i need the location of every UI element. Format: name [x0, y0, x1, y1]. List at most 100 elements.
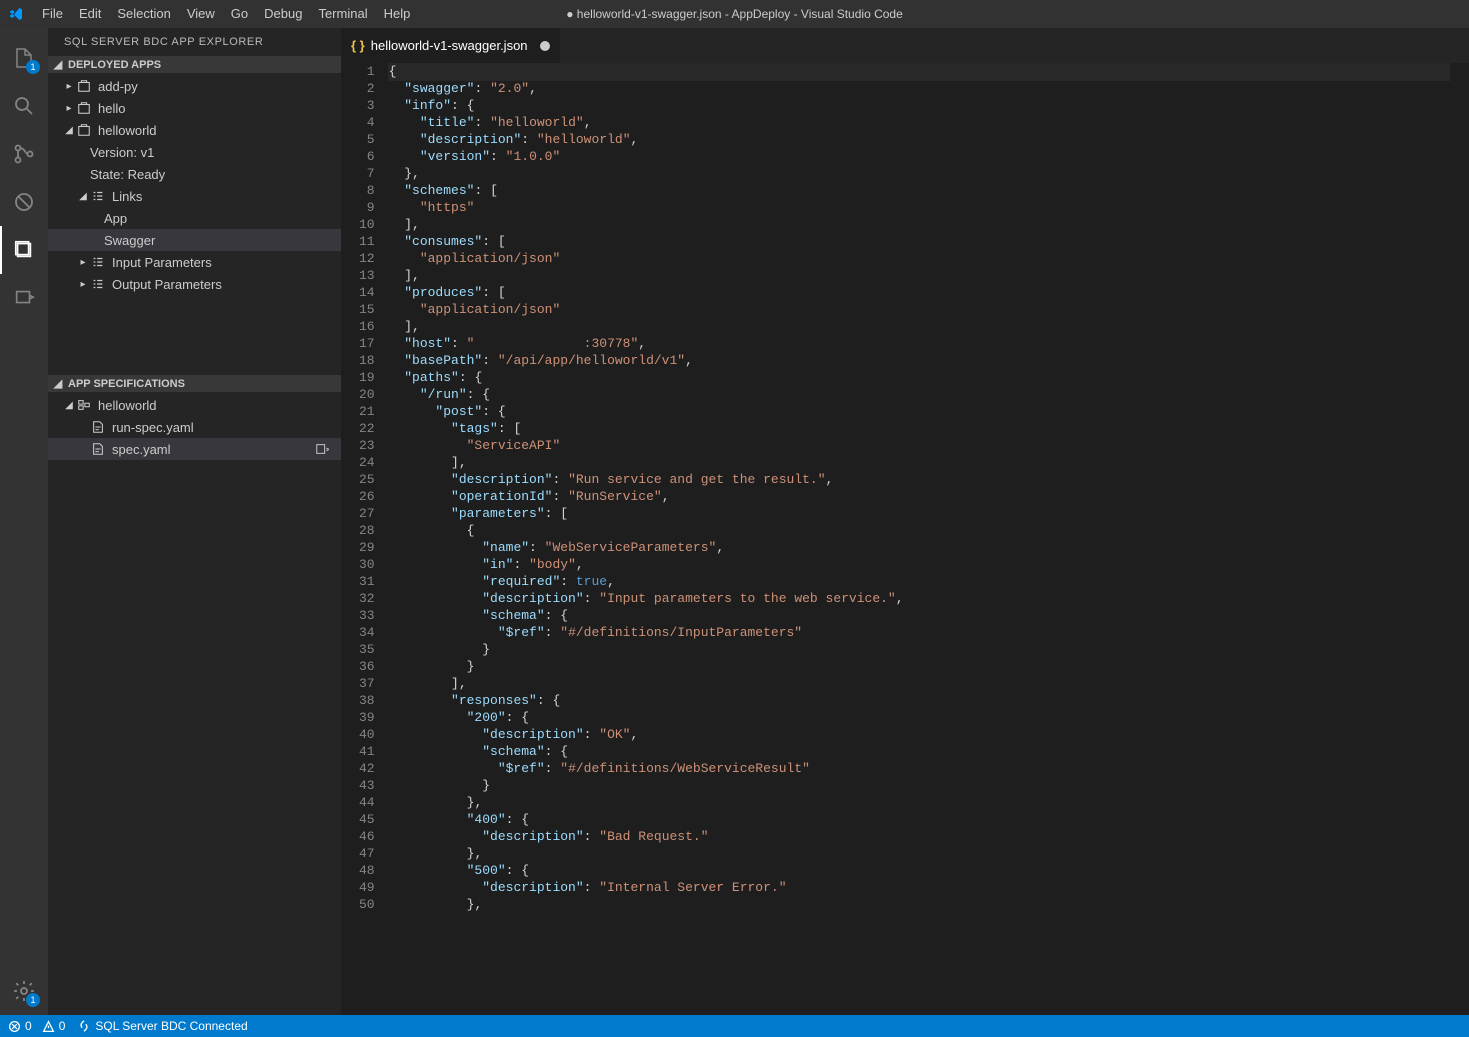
menu-help[interactable]: Help — [376, 0, 419, 28]
code-line[interactable]: "tags": [ — [389, 420, 1449, 437]
code-line[interactable]: ], — [389, 454, 1449, 471]
activity-source-control[interactable] — [0, 130, 48, 178]
tree-item-helloworld[interactable]: ◢ helloworld — [48, 119, 341, 141]
code-line[interactable]: "parameters": [ — [389, 505, 1449, 522]
dirty-indicator-icon — [540, 41, 550, 51]
code-line[interactable]: "500": { — [389, 862, 1449, 879]
titlebar: FileEditSelectionViewGoDebugTerminalHelp… — [0, 0, 1469, 28]
tree-item-run-spec[interactable]: run-spec.yaml — [48, 416, 341, 438]
code-line[interactable]: "https" — [389, 199, 1449, 216]
run-action-icon[interactable] — [315, 442, 333, 456]
tree-item-link-app[interactable]: App — [48, 207, 341, 229]
tree-item-spec-helloworld[interactable]: ◢ helloworld — [48, 394, 341, 416]
code-line[interactable]: "description": "helloworld", — [389, 131, 1449, 148]
activity-notes[interactable] — [0, 274, 48, 322]
code-line[interactable]: } — [389, 658, 1449, 675]
menubar: FileEditSelectionViewGoDebugTerminalHelp — [34, 0, 418, 28]
code-line[interactable]: "swagger": "2.0", — [389, 80, 1449, 97]
code-line[interactable]: ], — [389, 216, 1449, 233]
code-line[interactable]: "application/json" — [389, 301, 1449, 318]
tree-label: hello — [98, 101, 333, 116]
menu-view[interactable]: View — [179, 0, 223, 28]
section-deployed-apps[interactable]: ◢ DEPLOYED APPS — [48, 56, 341, 73]
code-line[interactable]: }, — [389, 845, 1449, 862]
code-line[interactable]: "description": "OK", — [389, 726, 1449, 743]
tree-item-links[interactable]: ◢ Links — [48, 185, 341, 207]
tree-item-output-params[interactable]: ▸ Output Parameters — [48, 273, 341, 295]
code-line[interactable]: "required": true, — [389, 573, 1449, 590]
code-line[interactable]: "description": "Input parameters to the … — [389, 590, 1449, 607]
code-content[interactable]: { "swagger": "2.0", "info": { "title": "… — [389, 63, 1469, 1015]
yaml-file-icon — [90, 419, 106, 435]
menu-edit[interactable]: Edit — [71, 0, 109, 28]
chevron-down-icon: ◢ — [76, 191, 90, 202]
code-line[interactable]: "info": { — [389, 97, 1449, 114]
activity-bdc-explorer[interactable] — [0, 226, 48, 274]
tree-item-input-params[interactable]: ▸ Input Parameters — [48, 251, 341, 273]
code-line[interactable]: "description": "Run service and get the … — [389, 471, 1449, 488]
code-line[interactable]: "description": "Internal Server Error." — [389, 879, 1449, 896]
status-problems[interactable]: 0 0 — [8, 1019, 65, 1033]
code-line[interactable]: "operationId": "RunService", — [389, 488, 1449, 505]
code-line[interactable]: "post": { — [389, 403, 1449, 420]
code-line[interactable]: }, — [389, 794, 1449, 811]
code-line[interactable]: "$ref": "#/definitions/InputParameters" — [389, 624, 1449, 641]
line-gutter: 1234567891011121314151617181920212223242… — [341, 63, 389, 1015]
code-line[interactable]: "schema": { — [389, 743, 1449, 760]
tree-label: spec.yaml — [112, 442, 315, 457]
activity-settings[interactable]: 1 — [0, 967, 48, 1015]
code-line[interactable]: }, — [389, 896, 1449, 913]
code-line[interactable]: "title": "helloworld", — [389, 114, 1449, 131]
code-line[interactable]: { — [389, 63, 1449, 80]
editor-tab[interactable]: { } helloworld-v1-swagger.json — [341, 28, 561, 63]
code-line[interactable]: "host": " :30778", — [389, 335, 1449, 352]
code-line[interactable]: "version": "1.0.0" — [389, 148, 1449, 165]
code-line[interactable]: "description": "Bad Request." — [389, 828, 1449, 845]
code-line[interactable]: "application/json" — [389, 250, 1449, 267]
code-line[interactable]: "paths": { — [389, 369, 1449, 386]
activity-explorer[interactable]: 1 — [0, 34, 48, 82]
tree-item-hello[interactable]: ▸ hello — [48, 97, 341, 119]
code-line[interactable]: "responses": { — [389, 692, 1449, 709]
code-line[interactable]: }, — [389, 165, 1449, 182]
chevron-down-icon: ◢ — [62, 125, 76, 136]
menu-go[interactable]: Go — [223, 0, 256, 28]
code-line[interactable]: { — [389, 522, 1449, 539]
code-line[interactable]: "schema": { — [389, 607, 1449, 624]
vscode-logo-icon — [8, 6, 24, 22]
activity-debug[interactable] — [0, 178, 48, 226]
activity-search[interactable] — [0, 82, 48, 130]
list-icon — [90, 254, 106, 270]
code-line[interactable]: "name": "WebServiceParameters", — [389, 539, 1449, 556]
app-icon — [76, 122, 92, 138]
code-line[interactable]: } — [389, 641, 1449, 658]
code-line[interactable]: "in": "body", — [389, 556, 1449, 573]
menu-terminal[interactable]: Terminal — [310, 0, 375, 28]
section-header-label: APP SPECIFICATIONS — [68, 378, 185, 390]
code-line[interactable]: "$ref": "#/definitions/WebServiceResult" — [389, 760, 1449, 777]
code-line[interactable]: "400": { — [389, 811, 1449, 828]
menu-debug[interactable]: Debug — [256, 0, 310, 28]
code-line[interactable]: "schemes": [ — [389, 182, 1449, 199]
section-app-specs[interactable]: ◢ APP SPECIFICATIONS — [48, 375, 341, 392]
tree-item-link-swagger[interactable]: Swagger — [48, 229, 341, 251]
activitybar: 1 1 — [0, 28, 48, 1015]
code-line[interactable]: } — [389, 777, 1449, 794]
code-line[interactable]: ], — [389, 675, 1449, 692]
code-line[interactable]: "200": { — [389, 709, 1449, 726]
code-line[interactable]: "produces": [ — [389, 284, 1449, 301]
menu-file[interactable]: File — [34, 0, 71, 28]
code-line[interactable]: "consumes": [ — [389, 233, 1449, 250]
status-connection[interactable]: SQL Server BDC Connected — [77, 1019, 247, 1033]
code-line[interactable]: ], — [389, 318, 1449, 335]
code-line[interactable]: "/run": { — [389, 386, 1449, 403]
chevron-right-icon: ▸ — [62, 81, 76, 92]
tree-item-add-py[interactable]: ▸ add-py — [48, 75, 341, 97]
code-line[interactable]: "basePath": "/api/app/helloworld/v1", — [389, 352, 1449, 369]
code-line[interactable]: "ServiceAPI" — [389, 437, 1449, 454]
editor[interactable]: 1234567891011121314151617181920212223242… — [341, 63, 1469, 1015]
menu-selection[interactable]: Selection — [109, 0, 178, 28]
tab-bar: { } helloworld-v1-swagger.json — [341, 28, 1469, 63]
code-line[interactable]: ], — [389, 267, 1449, 284]
tree-item-spec[interactable]: spec.yaml — [48, 438, 341, 460]
